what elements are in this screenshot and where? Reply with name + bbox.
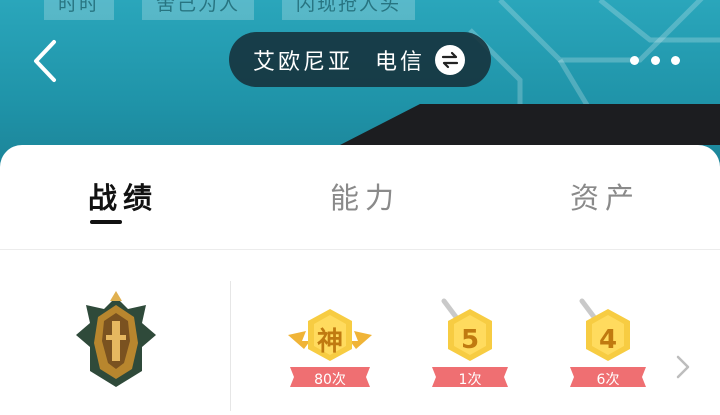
divider <box>230 281 231 411</box>
server-isp: 电信 <box>375 49 426 75</box>
tab-record[interactable]: 战绩 <box>88 175 158 217</box>
more-dots-icon <box>630 55 639 65</box>
tab-ability[interactable]: 能力 <box>330 175 400 217</box>
back-button[interactable] <box>28 38 62 84</box>
rank-emblem-icon[interactable] <box>68 291 164 391</box>
tab-assets[interactable]: 资产 <box>570 175 640 217</box>
more-dots-icon <box>671 55 680 65</box>
badge-5[interactable]: 5 1次 <box>420 297 520 397</box>
server-name: 艾欧尼亚 <box>253 49 354 75</box>
server-selector[interactable]: 艾欧尼亚 电信 <box>229 32 491 87</box>
badge-char: 4 <box>598 325 618 355</box>
badge-count: 6次 <box>596 372 620 388</box>
badge-count: 1次 <box>458 372 482 388</box>
tab-bar: 战绩 能力 资产 <box>0 145 720 250</box>
content-card: 战绩 能力 资产 神 80次 5 1次 4 6次 <box>0 145 720 415</box>
badge-4[interactable]: 4 6次 <box>558 297 658 397</box>
more-dots-icon <box>650 55 660 65</box>
badge-char: 5 <box>460 325 480 355</box>
badge-char: 神 <box>316 327 343 357</box>
badge-god[interactable]: 神 80次 <box>280 297 380 397</box>
swap-arrows-icon <box>435 44 466 75</box>
badge-count: 80次 <box>314 372 346 388</box>
active-tab-indicator <box>90 220 122 224</box>
chevron-right-icon[interactable] <box>672 353 692 381</box>
more-button[interactable] <box>630 48 680 72</box>
chevron-left-icon <box>34 40 56 82</box>
